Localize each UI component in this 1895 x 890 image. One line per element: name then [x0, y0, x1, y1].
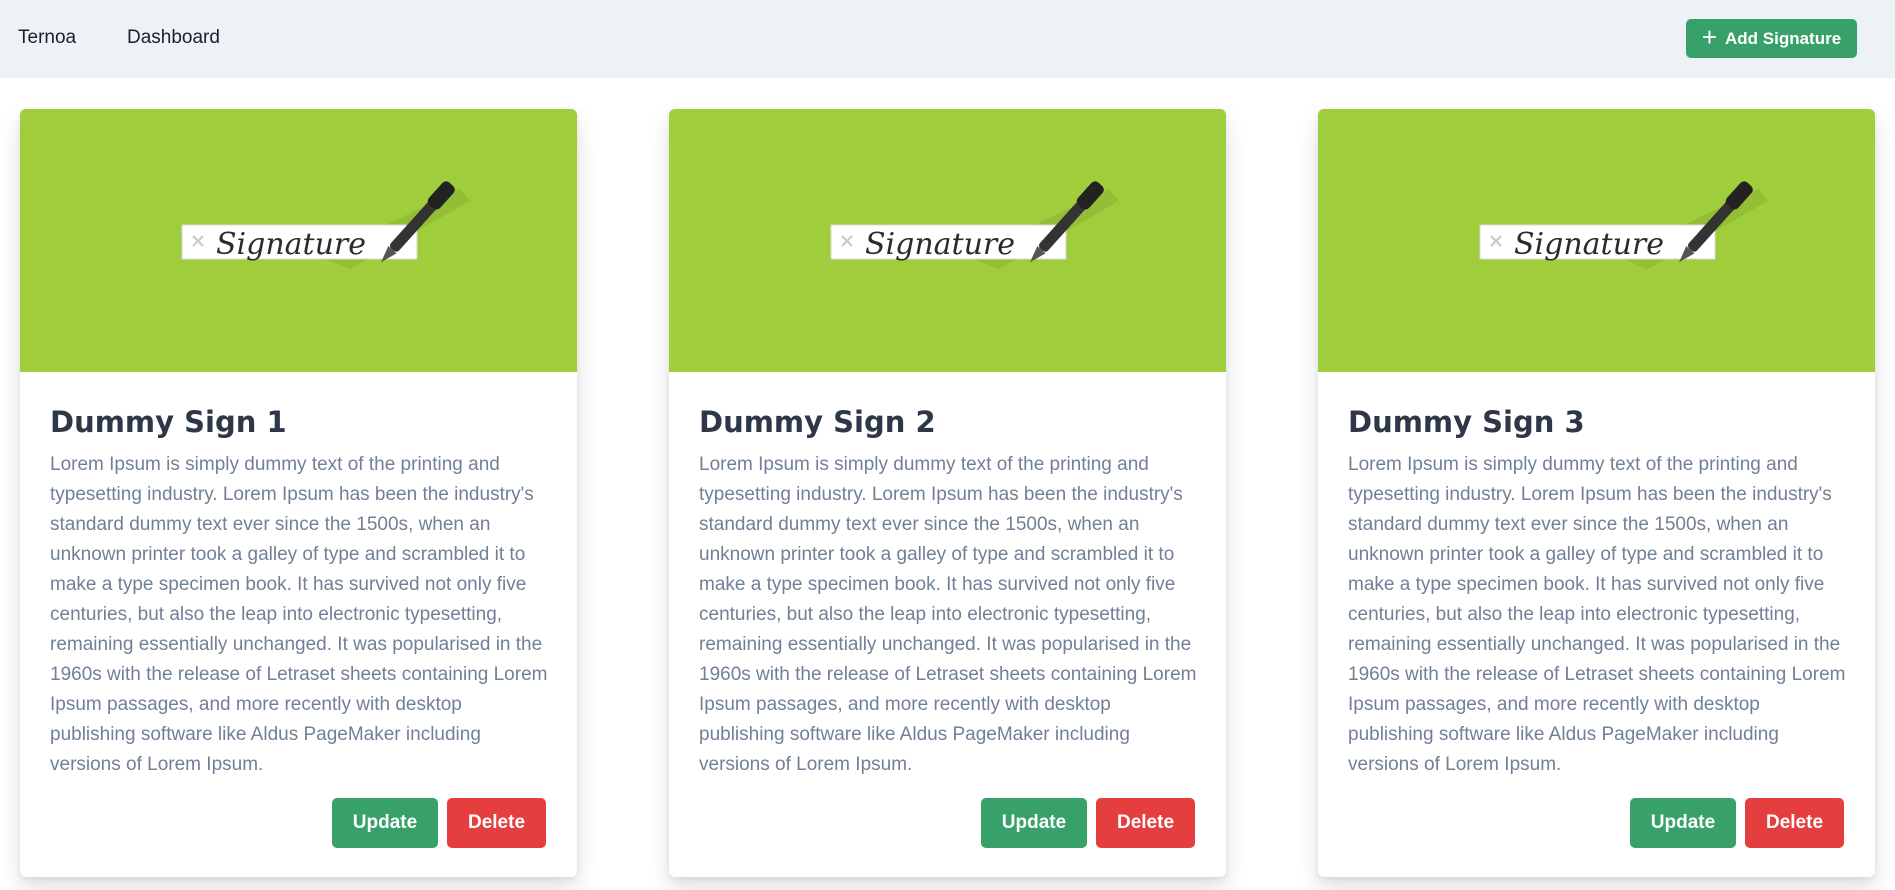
- card-title: Dummy Sign 2: [699, 405, 936, 439]
- card-title: Dummy Sign 1: [50, 405, 287, 439]
- signature-image: Signature: [669, 109, 1226, 372]
- add-signature-label: Add Signature: [1725, 28, 1842, 48]
- signature-image-text: Signature: [1514, 227, 1664, 262]
- dashboard-link[interactable]: Dashboard: [127, 27, 220, 49]
- delete-button[interactable]: Delete: [447, 798, 546, 848]
- card-description: Lorem Ipsum is simply dummy text of the …: [699, 454, 1197, 775]
- signature-image-text: Signature: [865, 227, 1015, 262]
- signature-image: Signature: [20, 109, 577, 372]
- add-signature-button[interactable]: + Add Signature: [1686, 19, 1857, 58]
- plus-icon: +: [1701, 22, 1717, 52]
- update-button[interactable]: Update: [332, 798, 438, 848]
- card-description: Lorem Ipsum is simply dummy text of the …: [1348, 454, 1846, 775]
- delete-button[interactable]: Delete: [1745, 798, 1844, 848]
- update-button[interactable]: Update: [1630, 798, 1736, 848]
- card-title: Dummy Sign 3: [1348, 405, 1585, 439]
- signature-image-text: Signature: [216, 227, 366, 262]
- delete-button[interactable]: Delete: [1096, 798, 1195, 848]
- signature-card: Signature Dummy Sign 1 Lorem Ipsum is si…: [20, 109, 577, 877]
- signature-card: Signature Dummy Sign 3 Lorem Ipsum is si…: [1318, 109, 1875, 877]
- update-button[interactable]: Update: [981, 798, 1087, 848]
- navbar: Ternoa Dashboard + Add Signature: [0, 0, 1895, 78]
- signature-card: Signature Dummy Sign 2 Lorem Ipsum is si…: [669, 109, 1226, 877]
- card-description: Lorem Ipsum is simply dummy text of the …: [50, 454, 548, 775]
- signature-image: Signature: [1318, 109, 1875, 372]
- brand-link[interactable]: Ternoa: [18, 27, 76, 49]
